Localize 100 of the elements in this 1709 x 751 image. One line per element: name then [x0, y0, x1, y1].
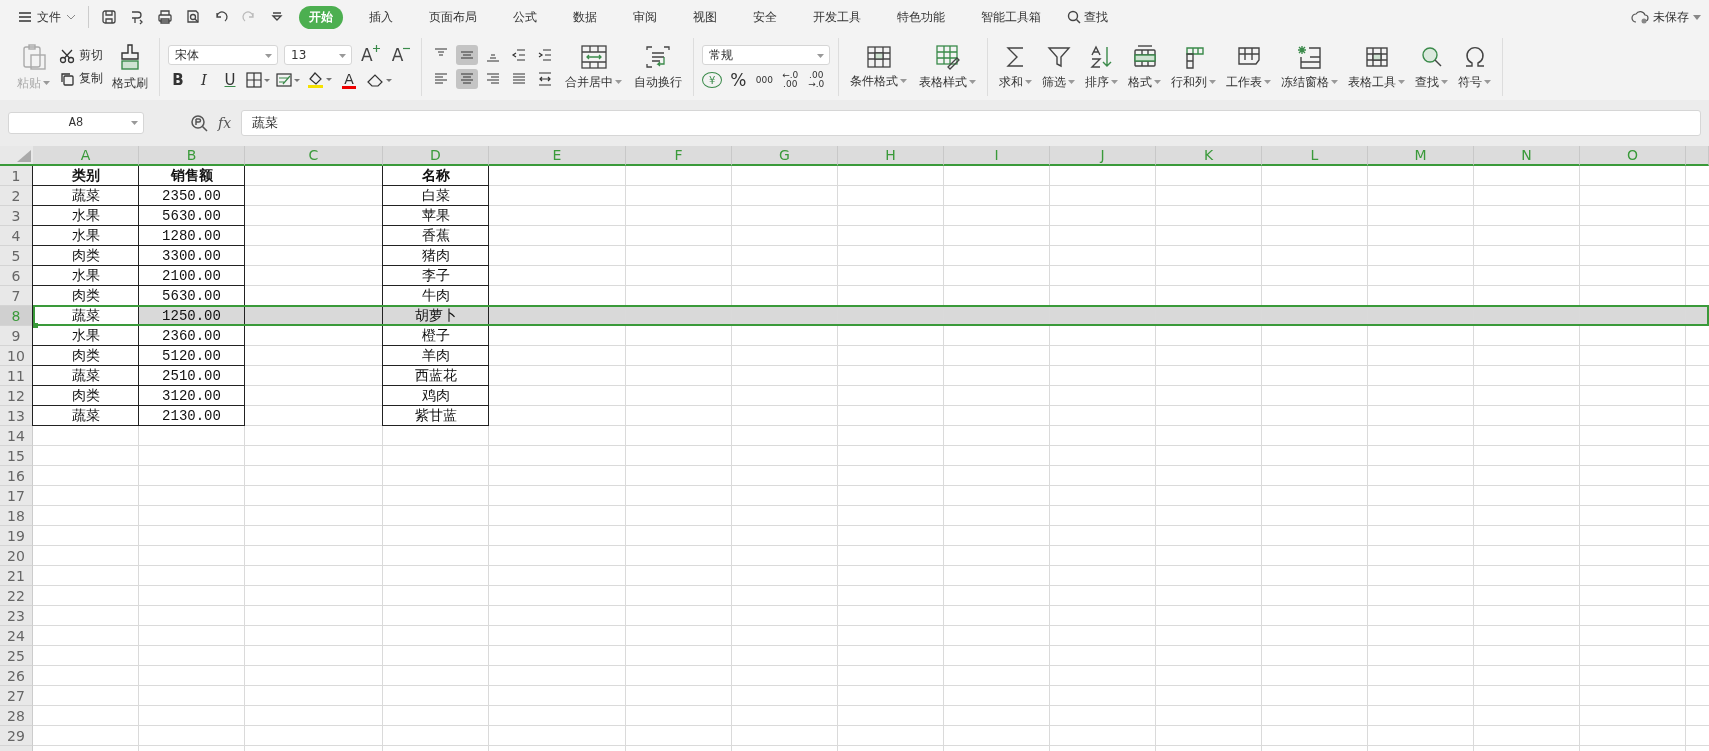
bold-button[interactable]: B [168, 71, 188, 89]
ribbon-tab[interactable]: 公式 [503, 5, 547, 29]
number-format-dropdown[interactable]: 常规 [702, 45, 831, 65]
ribbon-tab[interactable]: 智能工具箱 [971, 5, 1051, 29]
plus-icon [372, 45, 380, 52]
row-header[interactable]: 10 [0, 346, 33, 366]
column-header[interactable]: D [383, 146, 489, 166]
toolbar-button[interactable]: 排序 [1082, 41, 1122, 93]
column-header[interactable]: J [1050, 146, 1156, 166]
ribbon-tab[interactable]: 安全 [743, 5, 787, 29]
toolbar-button[interactable]: 行和列 [1168, 41, 1220, 93]
column-header[interactable]: M [1368, 146, 1474, 166]
column-header[interactable]: C [245, 146, 383, 166]
cut-button[interactable]: 剪切 [59, 47, 103, 64]
toolbar-button[interactable]: 求和 [996, 41, 1036, 93]
column-header[interactable]: I [944, 146, 1050, 166]
fill-color-icon[interactable] [306, 71, 332, 89]
ribbon-tab[interactable]: 页面布局 [419, 5, 487, 29]
toolbar-button[interactable]: 查找 [1412, 41, 1452, 93]
eraser-icon[interactable] [366, 72, 392, 88]
column-header[interactable]: A [33, 146, 139, 166]
thousands-button[interactable]: 000 [754, 75, 775, 85]
row-header[interactable]: 9 [0, 326, 33, 346]
row-header[interactable]: 14 [0, 426, 33, 446]
column-header[interactable]: O [1580, 146, 1686, 166]
align-middle-icon[interactable] [456, 45, 479, 65]
decrease-font-button[interactable]: A [388, 45, 414, 65]
row-header[interactable]: 24 [0, 626, 33, 646]
select-all-button[interactable] [0, 146, 33, 166]
file-menu[interactable]: 文件 [14, 6, 80, 28]
wrap-text-button[interactable]: 自动换行 [631, 41, 686, 93]
toolbar-button[interactable]: 格式 [1125, 41, 1165, 93]
row-header[interactable]: 1 [0, 166, 33, 186]
ribbon-tab[interactable]: 特色功能 [887, 5, 955, 29]
column-header[interactable]: H [838, 146, 944, 166]
copy-button[interactable]: 复制 [59, 70, 103, 87]
row-header[interactable]: 27 [0, 686, 33, 706]
column-header[interactable]: F [626, 146, 732, 166]
row-header[interactable]: 6 [0, 266, 33, 286]
row-header[interactable]: 7 [0, 286, 33, 306]
percent-button[interactable]: % [728, 71, 749, 89]
column-header[interactable]: L [1262, 146, 1368, 166]
italic-button[interactable]: I [194, 71, 214, 89]
toolbar-button[interactable]: 符号 [1455, 41, 1495, 93]
row-header[interactable]: 25 [0, 646, 33, 666]
ribbon-tab[interactable]: 开发工具 [803, 5, 871, 29]
search-button[interactable]: 查找 [1067, 8, 1108, 26]
ribbon-tab[interactable]: 审阅 [623, 5, 667, 29]
merge-center-button[interactable]: 合并居中 [562, 41, 626, 93]
column-header[interactable]: K [1156, 146, 1262, 166]
column-header[interactable] [1686, 146, 1709, 166]
toolbar-button[interactable]: 冻结窗格 [1278, 41, 1342, 93]
column-header[interactable]: N [1474, 146, 1580, 166]
save-status-button[interactable]: 未保存 [1631, 8, 1701, 26]
zoom-icon[interactable] [190, 114, 208, 132]
row-header[interactable]: 12 [0, 386, 33, 406]
row-header[interactable]: 11 [0, 366, 33, 386]
row-header[interactable]: 17 [0, 486, 33, 506]
underline-button[interactable]: U [220, 71, 240, 89]
align-center-icon[interactable] [456, 69, 479, 89]
font-name-dropdown[interactable]: 宋体 [168, 45, 278, 65]
row-header[interactable]: 28 [0, 706, 33, 726]
row-header[interactable]: 19 [0, 526, 33, 546]
row-header[interactable]: 4 [0, 226, 33, 246]
row-header[interactable]: 23 [0, 606, 33, 626]
ribbon-tab[interactable]: 开始 [299, 5, 343, 29]
row-header[interactable]: 26 [0, 666, 33, 686]
column-header[interactable]: B [139, 146, 245, 166]
column-header[interactable]: E [489, 146, 626, 166]
row-header[interactable]: 2 [0, 186, 33, 206]
row-header[interactable]: 15 [0, 446, 33, 466]
row-header[interactable]: 22 [0, 586, 33, 606]
cell-style-icon[interactable] [276, 72, 300, 88]
row-header[interactable]: 18 [0, 506, 33, 526]
toolbar-button[interactable]: 筛选 [1039, 41, 1079, 93]
toolbar-button[interactable]: 表格工具 [1345, 41, 1409, 93]
row-header[interactable]: 3 [0, 206, 33, 226]
row-header[interactable]: 20 [0, 546, 33, 566]
toolbar-button[interactable]: 工作表 [1223, 41, 1275, 93]
row-header[interactable]: 13 [0, 406, 33, 426]
row-header[interactable]: 29 [0, 726, 33, 746]
ribbon-tab[interactable]: 视图 [683, 5, 727, 29]
ribbon-tab[interactable]: 插入 [359, 5, 403, 29]
row-header[interactable]: 21 [0, 566, 33, 586]
row-header[interactable]: 16 [0, 466, 33, 486]
function-label[interactable]: fx [218, 115, 232, 131]
column-header[interactable]: G [732, 146, 838, 166]
font-size-dropdown[interactable]: 13 [284, 45, 352, 65]
conditional-format-button[interactable]: 条件格式 [847, 42, 911, 92]
name-box[interactable]: A8 [8, 112, 144, 134]
format-painter-button[interactable]: 格式刷 [109, 40, 151, 94]
font-color-button[interactable]: A [338, 71, 360, 89]
increase-font-button[interactable]: A [358, 45, 383, 65]
ribbon-tab[interactable]: 数据 [563, 5, 607, 29]
formula-input[interactable]: 蔬菜 [241, 110, 1701, 136]
add-decimal-button[interactable]: ←.0 .00 [780, 71, 801, 89]
remove-decimal-button[interactable]: .00 →.0 [806, 71, 827, 89]
borders-icon[interactable] [246, 72, 270, 88]
row-header[interactable]: 5 [0, 246, 33, 266]
table-style-button[interactable]: 表格样式 [916, 41, 980, 93]
